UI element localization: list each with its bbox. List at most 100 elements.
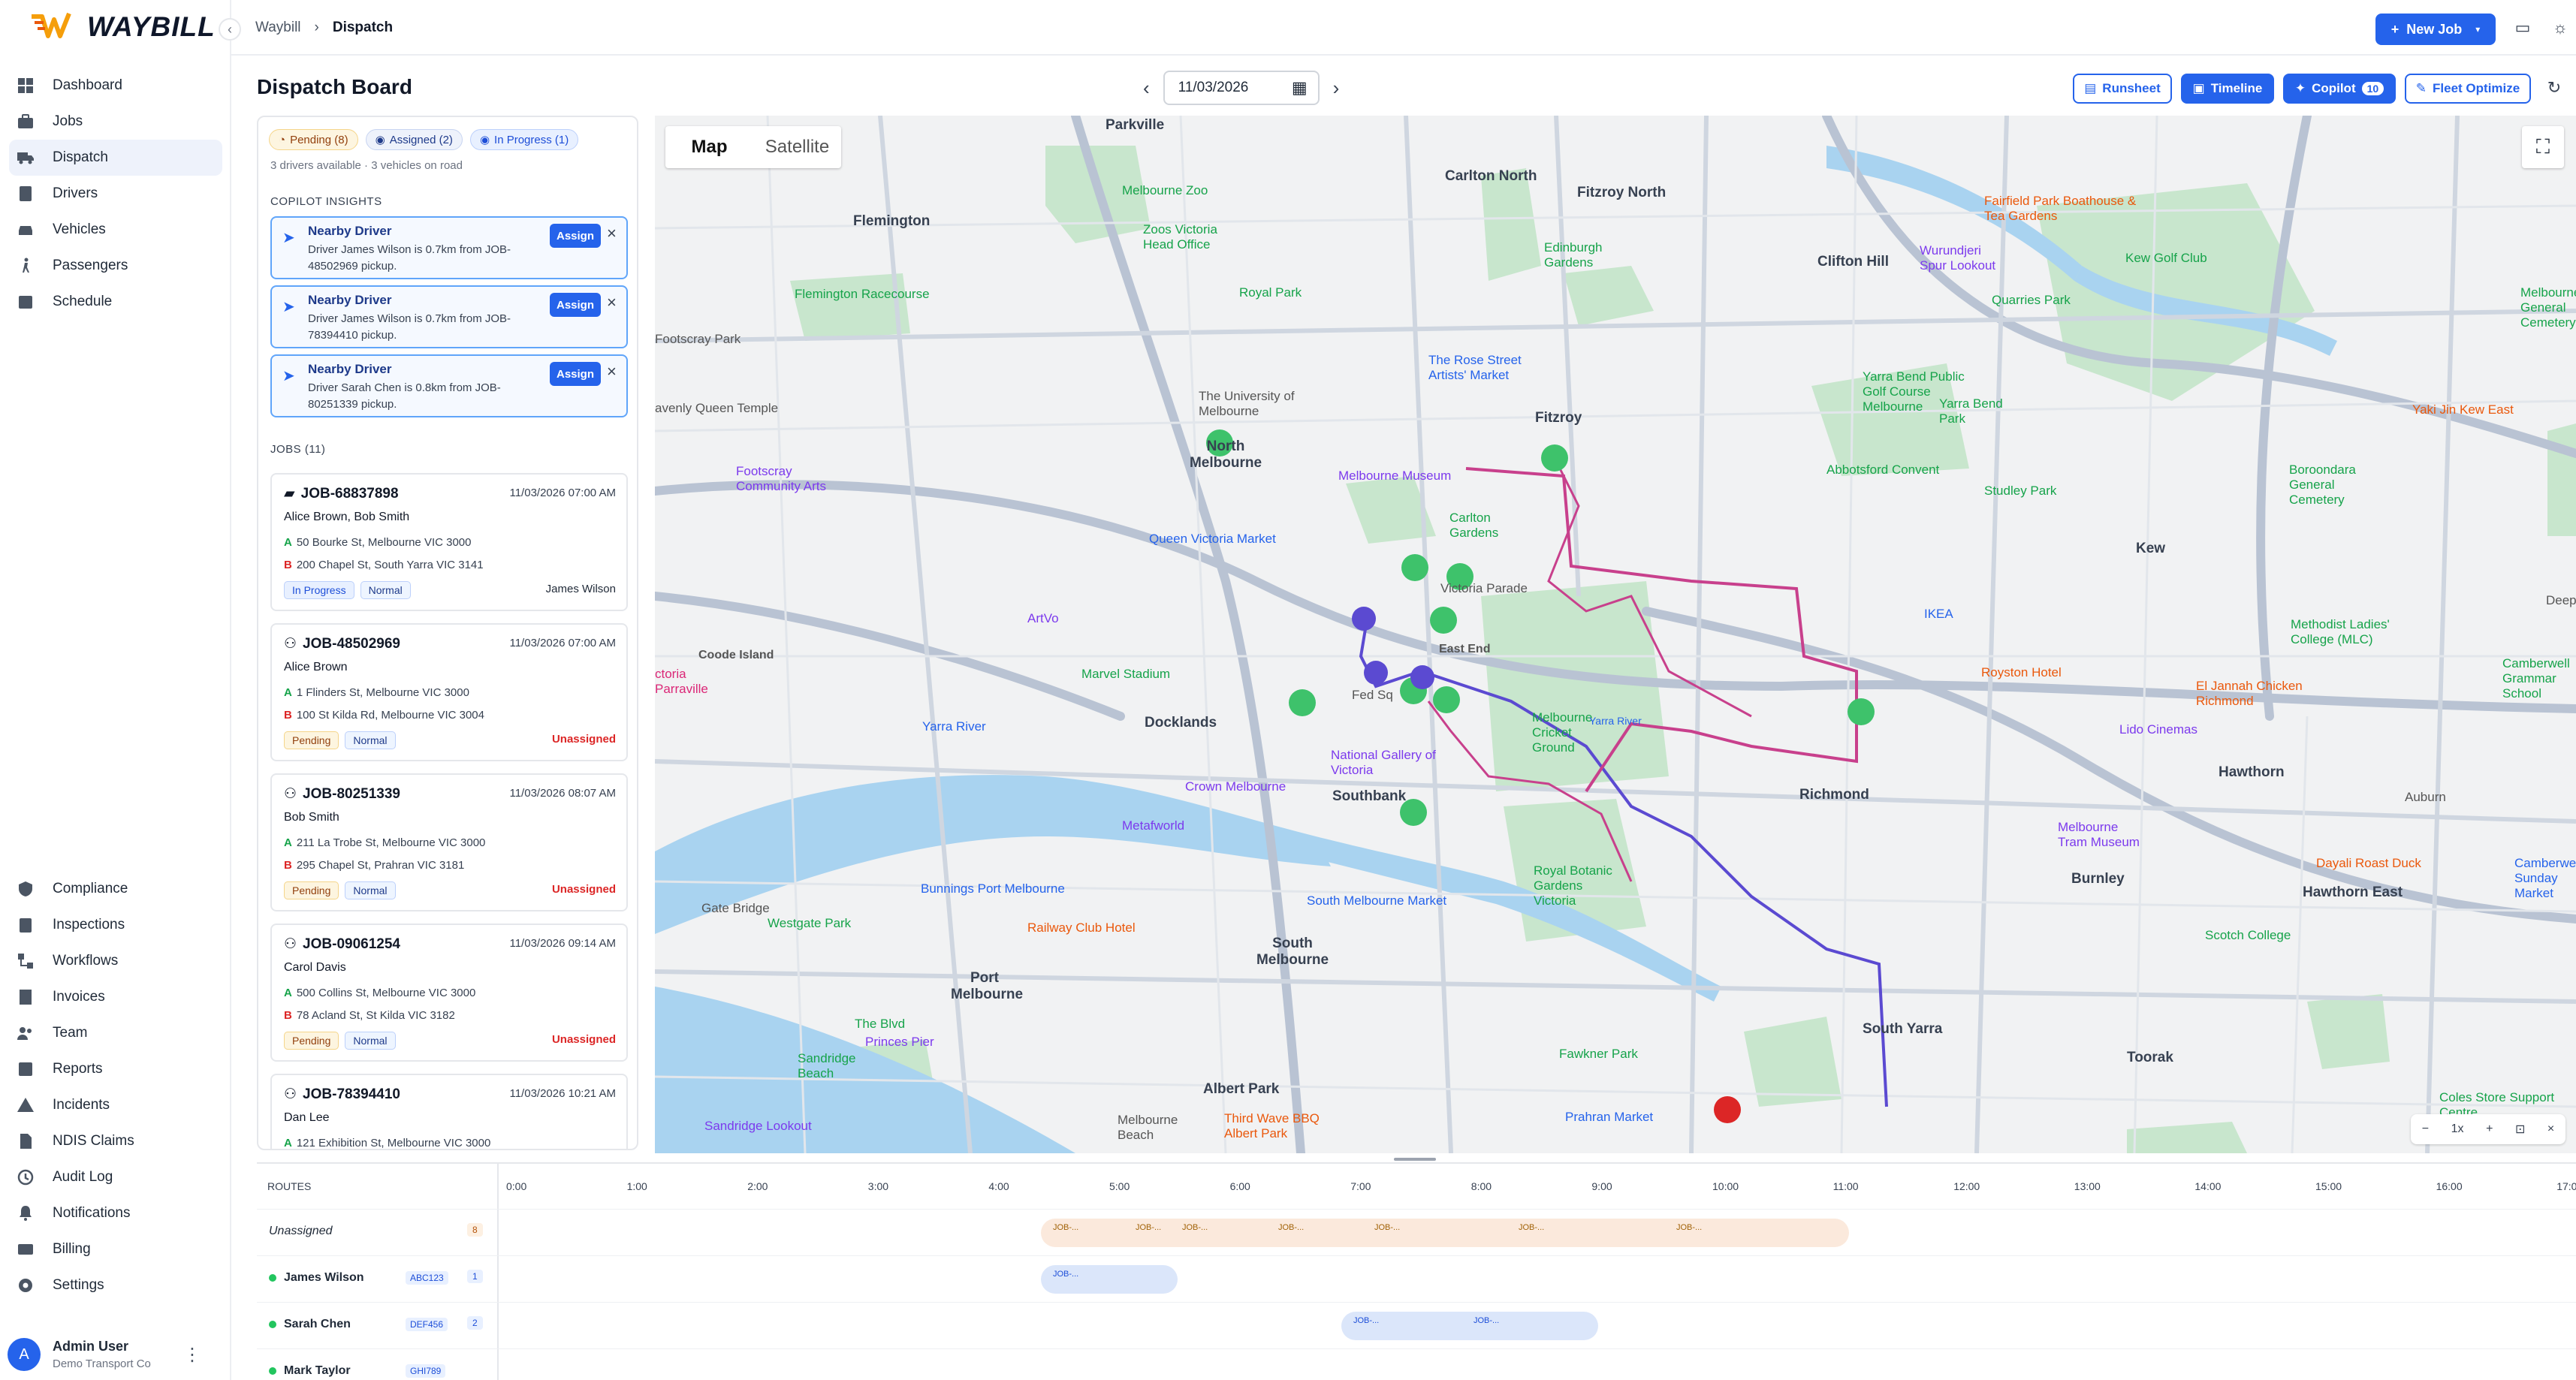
job-card[interactable]: ⚇ JOB-78394410 11/03/2026 10:21 AM Dan Le…: [270, 1074, 628, 1149]
poi-label[interactable]: Boroondara General Cemetery: [2289, 463, 2387, 508]
sidebar-item-settings[interactable]: Settings: [9, 1267, 222, 1303]
close-icon[interactable]: ×: [607, 362, 617, 381]
job-chip[interactable]: JOB-...: [1053, 1270, 1078, 1279]
job-chip[interactable]: JOB-...: [1676, 1223, 1702, 1232]
close-icon[interactable]: ×: [2547, 1122, 2554, 1136]
poi-label[interactable]: Third Wave BBQ Albert Park: [1224, 1111, 1337, 1141]
sidebar-item-drivers[interactable]: Drivers: [9, 176, 222, 212]
poi-label[interactable]: Camberwell Sunday Market: [2514, 856, 2576, 901]
poi-label[interactable]: National Gallery of Victoria: [1331, 748, 1436, 778]
job-card[interactable]: ⚇ JOB-48502969 11/03/2026 07:00 AM Alice …: [270, 623, 628, 761]
job-chip[interactable]: JOB-...: [1278, 1223, 1304, 1232]
sidebar-item-dispatch[interactable]: Dispatch: [9, 140, 222, 176]
job-card[interactable]: ▰ JOB-68837898 11/03/2026 07:00 AM Alice …: [270, 473, 628, 611]
caret-down-icon[interactable]: ▾: [2475, 24, 2480, 35]
sun-icon[interactable]: ☼: [2549, 17, 2571, 39]
poi-label[interactable]: Methodist Ladies' College (MLC): [2291, 617, 2403, 647]
poi-label[interactable]: Fairfield Park Boathouse & Tea Gardens: [1984, 194, 2149, 224]
poi-label[interactable]: Marvel Stadium: [1081, 667, 1170, 682]
poi-label[interactable]: ctoria Parraville: [655, 667, 708, 697]
poi-label[interactable]: Camberwell Grammar School: [2502, 656, 2576, 701]
timeline-button[interactable]: ▣ Timeline: [2181, 74, 2274, 104]
poi-label[interactable]: Yarra Bend Public Golf Course Melbourne: [1863, 369, 1975, 414]
poi-label[interactable]: Melbourne General Cemetery: [2520, 285, 2576, 330]
calendar-icon[interactable]: ▦: [1292, 78, 1308, 98]
poi-label[interactable]: Melbourne Museum: [1338, 469, 1451, 484]
poi-label[interactable]: Auburn: [2405, 790, 2446, 805]
poi-label[interactable]: Wurundjeri Spur Lookout: [1920, 243, 2010, 273]
sidebar-item-jobs[interactable]: Jobs: [9, 104, 222, 140]
sidebar-item-incidents[interactable]: Incidents: [9, 1087, 222, 1123]
poi-label[interactable]: Melbourne Tram Museum: [2058, 820, 2140, 850]
filter-assigned[interactable]: ◉ Assigned (2): [365, 129, 463, 150]
poi-label[interactable]: El Jannah Chicken Richmond: [2196, 679, 2316, 709]
sidebar-item-passengers[interactable]: Passengers: [9, 248, 222, 284]
poi-label[interactable]: Melbourne Beach: [1118, 1113, 1178, 1143]
assign-button[interactable]: Assign: [550, 362, 601, 386]
job-card[interactable]: ⚇ JOB-80251339 11/03/2026 08:07 AM Bob Sm…: [270, 773, 628, 911]
poi-label[interactable]: IKEA: [1924, 607, 1953, 622]
poi-label[interactable]: Bunnings Port Melbourne: [921, 881, 1065, 896]
sidebar-item-inspections[interactable]: Inspections: [9, 907, 222, 943]
poi-label[interactable]: The University of Melbourne: [1199, 389, 1296, 419]
poi-label[interactable]: Flemington Racecourse: [795, 287, 930, 302]
sidebar-item-compliance[interactable]: Compliance: [9, 871, 222, 907]
sidebar-item-workflows[interactable]: Workflows: [9, 943, 222, 979]
poi-label[interactable]: Zoos Victoria Head Office: [1143, 222, 1218, 252]
poi-label[interactable]: Royal Park: [1239, 285, 1302, 300]
map-view[interactable]: Parkville Carlton North Fitzroy North Fl…: [655, 116, 2576, 1153]
poi-label[interactable]: Princes Pier: [865, 1035, 934, 1050]
sidebar-item-billing[interactable]: Billing: [9, 1231, 222, 1267]
sidebar-item-ndis-claims[interactable]: NDIS Claims: [9, 1123, 222, 1159]
poi-label[interactable]: Carlton Gardens: [1449, 511, 1510, 541]
assign-button[interactable]: Assign: [550, 224, 601, 248]
satellite-mode-button[interactable]: Satellite: [753, 126, 841, 168]
date-input[interactable]: 11/03/2026 ▦: [1163, 71, 1320, 105]
sidebar-item-vehicles[interactable]: Vehicles: [9, 212, 222, 248]
job-card[interactable]: ⚇ JOB-09061254 11/03/2026 09:14 AM Carol …: [270, 924, 628, 1062]
poi-label[interactable]: Studley Park: [1984, 484, 2056, 499]
filter-pending[interactable]: ◔ Pending (8): [269, 129, 358, 150]
poi-label[interactable]: Prahran Market: [1565, 1110, 1653, 1125]
poi-label[interactable]: Sandridge Beach: [798, 1051, 865, 1081]
poi-label[interactable]: The Rose Street Artists' Market: [1428, 353, 1541, 383]
collapse-sidebar-button[interactable]: ‹: [219, 18, 241, 41]
poi-label[interactable]: ArtVo: [1027, 611, 1059, 626]
job-chip[interactable]: JOB-...: [1374, 1223, 1400, 1232]
panel-resize-handle[interactable]: [1394, 1158, 1436, 1161]
poi-label[interactable]: Yarra River: [922, 719, 986, 734]
poi-label[interactable]: Lido Cinemas: [2119, 722, 2197, 737]
sidebar-item-notifications[interactable]: Notifications: [9, 1195, 222, 1231]
poi-label[interactable]: Gate Bridge: [701, 901, 770, 916]
poi-label[interactable]: Royal Botanic Gardens Victoria: [1534, 863, 1616, 908]
poi-label[interactable]: Metafworld: [1122, 818, 1184, 833]
job-chip[interactable]: JOB-...: [1182, 1223, 1208, 1232]
poi-label[interactable]: Victoria Parade: [1440, 581, 1528, 596]
job-chip[interactable]: JOB-...: [1353, 1316, 1379, 1325]
zoom-out-icon[interactable]: −: [2422, 1122, 2429, 1136]
zoom-in-icon[interactable]: +: [2486, 1122, 2493, 1136]
poi-label[interactable]: Crown Melbourne: [1185, 779, 1286, 794]
assign-button[interactable]: Assign: [550, 293, 601, 317]
timeline-row[interactable]: Sarah Chen DEF456 2 JOB-... JOB-...: [257, 1302, 2576, 1348]
poi-label[interactable]: Yarra River: [1589, 713, 1642, 728]
fit-bounds-icon[interactable]: ⊡: [2515, 1122, 2525, 1137]
poi-label[interactable]: Melbourne Zoo: [1122, 183, 1208, 198]
timeline-row[interactable]: Unassigned 8 JOB-... JOB-... JOB-... JOB…: [257, 1209, 2576, 1255]
job-chip[interactable]: JOB-...: [1136, 1223, 1161, 1232]
sidebar-item-dashboard[interactable]: Dashboard: [9, 68, 222, 104]
job-chip[interactable]: JOB-...: [1474, 1316, 1499, 1325]
job-chip[interactable]: JOB-...: [1053, 1223, 1078, 1232]
poi-label[interactable]: Abbotsford Convent: [1826, 463, 1939, 478]
chat-icon[interactable]: ▭: [2511, 17, 2534, 39]
poi-label[interactable]: Fed Sq: [1352, 688, 1393, 703]
copilot-button[interactable]: ✦ Copilot 10: [2283, 74, 2396, 104]
poi-label[interactable]: Scotch College: [2205, 928, 2291, 943]
filter-in-progress[interactable]: ◉ In Progress (1): [469, 129, 579, 150]
fleet-optimize-button[interactable]: ✎ Fleet Optimize: [2405, 74, 2531, 104]
refresh-icon[interactable]: ↻: [2543, 77, 2565, 99]
sidebar-item-audit-log[interactable]: Audit Log: [9, 1159, 222, 1195]
sidebar-item-reports[interactable]: Reports: [9, 1051, 222, 1087]
poi-label[interactable]: Railway Club Hotel: [1027, 921, 1136, 936]
sidebar-item-schedule[interactable]: Schedule: [9, 284, 222, 320]
